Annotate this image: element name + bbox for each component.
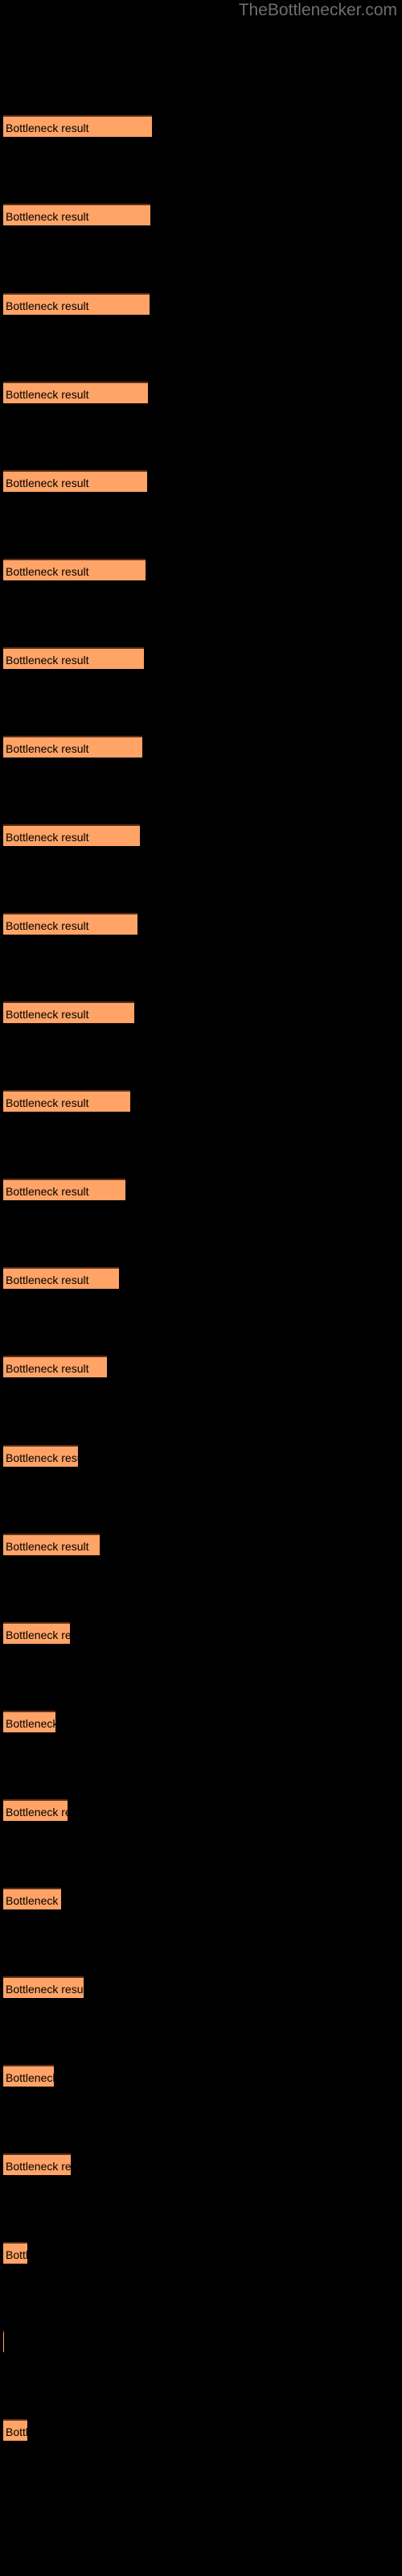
bar-label: Bottleneck result	[6, 1894, 61, 1907]
bar[interactable]: Bottleneck result	[3, 293, 150, 315]
bar-label: Bottleneck result	[6, 1629, 70, 1641]
bar-label: Bottleneck result	[6, 1008, 89, 1021]
bar[interactable]: Bottleneck result	[3, 115, 152, 137]
bar[interactable]: Bottleneck result	[3, 1001, 134, 1023]
bar[interactable]: Bottleneck result	[3, 1622, 70, 1644]
bar[interactable]: Bottleneck result	[3, 2330, 4, 2352]
bar-label: Bottleneck result	[6, 742, 89, 755]
bar-label: Bottleneck result	[6, 210, 89, 223]
bar[interactable]: Bottleneck result	[3, 1090, 130, 1112]
bar-label: Bottleneck result	[6, 1983, 84, 1996]
bar[interactable]: Bottleneck result	[3, 1976, 84, 1998]
bar-label: Bottleneck result	[6, 1717, 55, 1730]
bar[interactable]: Bottleneck result	[3, 1711, 55, 1732]
bar-label: Bottleneck result	[6, 2071, 54, 2084]
bar-label: Bottleneck result	[6, 1451, 78, 1464]
bar-label: Bottleneck result	[6, 1096, 89, 1109]
bar[interactable]: Bottleneck result	[3, 736, 142, 758]
bar-label: Bottleneck result	[6, 1362, 89, 1375]
bar-label: Bottleneck result	[6, 919, 89, 932]
bar[interactable]: Bottleneck result	[3, 2065, 54, 2087]
bar[interactable]: Bottleneck result	[3, 913, 137, 935]
bar[interactable]: Bottleneck result	[3, 1356, 107, 1377]
bar[interactable]: Bottleneck result	[3, 470, 147, 492]
bar[interactable]: Bottleneck result	[3, 2242, 27, 2264]
bar-label: Bottleneck result	[6, 2160, 71, 2173]
bar[interactable]: Bottleneck result	[3, 382, 148, 403]
bar-label: Bottleneck result	[6, 654, 89, 667]
bar-label: Bottleneck result	[6, 565, 89, 578]
bar[interactable]: Bottleneck result	[3, 2419, 27, 2441]
bar-label: Bottleneck result	[6, 831, 89, 844]
bar-chart-plot-area: Bottleneck result Bottleneck result Bottle…	[0, 0, 402, 2576]
bar[interactable]: Bottleneck result	[3, 204, 150, 225]
bar-label: Bottleneck result	[6, 1185, 89, 1198]
bar[interactable]: Bottleneck result	[3, 2153, 71, 2175]
bar-label: Bottleneck result	[6, 388, 89, 401]
bar-label: Bottleneck result	[6, 1540, 89, 1553]
bar[interactable]: Bottleneck result	[3, 824, 140, 846]
bar-label: Bottleneck result	[6, 1274, 89, 1286]
bar[interactable]: Bottleneck result	[3, 647, 144, 669]
bar-label: Bottleneck result	[6, 2248, 27, 2261]
bar[interactable]: Bottleneck result	[3, 1179, 125, 1200]
bar-label: Bottleneck result	[6, 122, 89, 134]
bar[interactable]: Bottleneck result	[3, 1799, 68, 1821]
bar-label: Bottleneck result	[6, 299, 89, 312]
bar[interactable]: Bottleneck result	[3, 1534, 100, 1555]
bar-label: Bottleneck result	[6, 477, 89, 489]
bar[interactable]: Bottleneck result	[3, 1267, 119, 1289]
bar[interactable]: Bottleneck result	[3, 1445, 78, 1467]
bar[interactable]: Bottleneck result	[3, 1888, 61, 1909]
bar-label: Bottleneck result	[6, 2425, 27, 2438]
bar-label: Bottleneck result	[6, 1806, 68, 1818]
bottleneck-chart-page: TheBottlenecker.com Bottleneck result Bot…	[0, 0, 402, 2576]
bar[interactable]: Bottleneck result	[3, 559, 146, 580]
